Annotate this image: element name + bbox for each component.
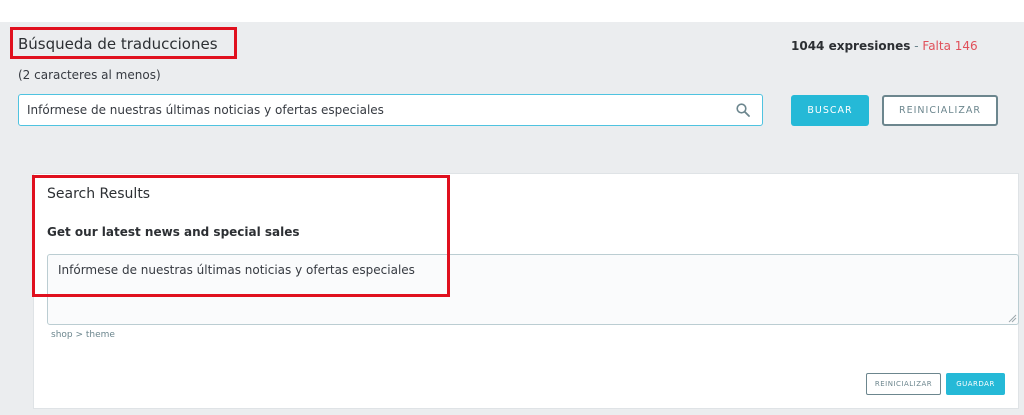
stats-separator: - xyxy=(910,39,923,53)
save-translation-button[interactable]: GUARDAR xyxy=(946,373,1005,395)
search-hint: (2 caracteres al menos) xyxy=(18,68,161,82)
missing-count: Falta 146 xyxy=(922,39,978,53)
search-input[interactable] xyxy=(19,95,719,125)
expressions-count: 1044 expresiones xyxy=(791,39,911,53)
resize-grip-icon[interactable] xyxy=(1008,314,1017,323)
search-field xyxy=(18,94,763,126)
search-button[interactable]: BUSCAR xyxy=(791,95,869,126)
translation-domain-path: shop > theme xyxy=(51,330,115,340)
translation-stats: 1044 expresiones - Falta 146 xyxy=(791,39,978,53)
title-highlight-box xyxy=(10,27,237,59)
results-highlight-box xyxy=(32,175,450,297)
reset-search-button[interactable]: REINICIALIZAR xyxy=(882,95,998,126)
search-icon[interactable] xyxy=(736,103,750,117)
reset-translation-button[interactable]: REINICIALIZAR xyxy=(866,373,941,395)
